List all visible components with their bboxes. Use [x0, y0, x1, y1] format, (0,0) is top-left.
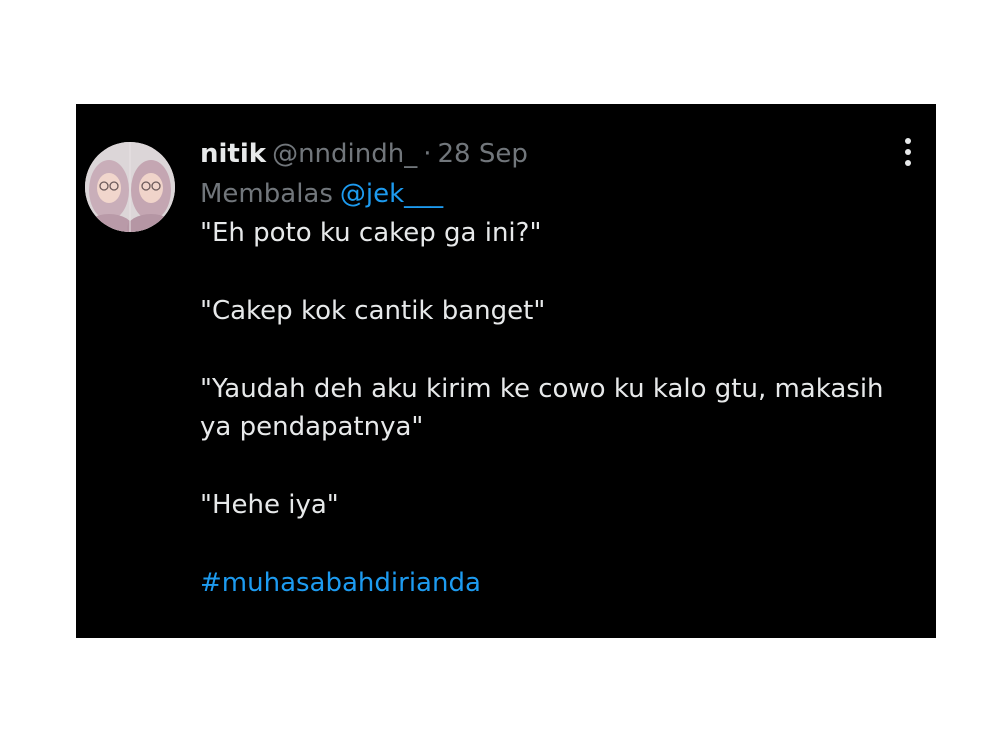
header-separator: · [423, 139, 432, 169]
more-options-button[interactable] [898, 138, 918, 170]
avatar[interactable] [85, 142, 175, 232]
reply-prefix: Membalas [200, 179, 333, 209]
tweet-paragraph: "Eh poto ku cakep ga ini?" [200, 218, 542, 248]
tweet-header: nitik @nndindh_ · 28 Sep [200, 134, 900, 174]
tweet-paragraph: "Cakep kok cantik banget" [200, 296, 546, 326]
reply-mention-link[interactable]: @jek___ [340, 179, 443, 209]
tweet-text: "Eh poto ku cakep ga ini?" "Cakep kok ca… [200, 214, 900, 524]
avatar-image [85, 142, 175, 232]
hashtag-link[interactable]: #muhasabahdirianda [200, 564, 900, 602]
author-name[interactable]: nitik [200, 139, 266, 169]
reply-context: Membalas @jek___ [200, 174, 900, 214]
author-handle[interactable]: @nndindh_ [272, 139, 417, 169]
more-vertical-icon [905, 138, 911, 144]
tweet-paragraph: "Hehe iya" [200, 490, 339, 520]
tweet-card[interactable]: nitik @nndindh_ · 28 Sep Membalas @jek___ "E… [76, 104, 936, 638]
tweet-date[interactable]: 28 Sep [437, 139, 527, 169]
tweet-body: nitik @nndindh_ · 28 Sep Membalas @jek___ "E… [200, 134, 900, 602]
tweet-paragraph: "Yaudah deh aku kirim ke cowo ku kalo gt… [200, 374, 892, 442]
